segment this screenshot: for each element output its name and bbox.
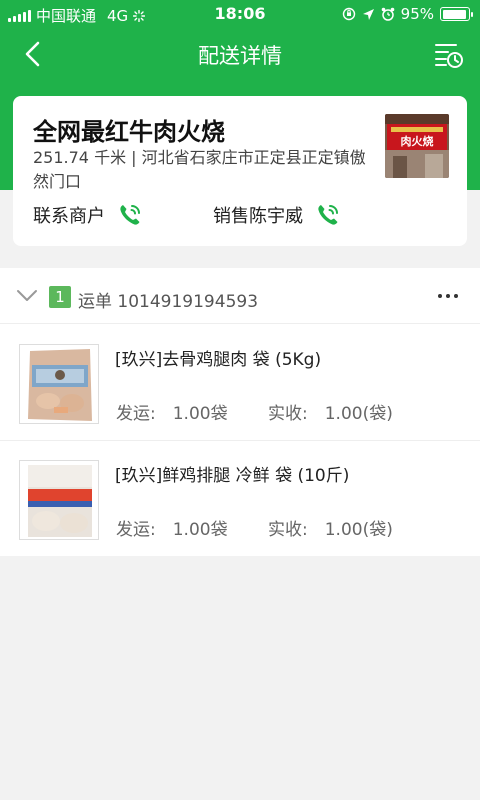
location-icon xyxy=(362,8,374,20)
shipped-quantity: 发运: 1.00袋 xyxy=(116,520,228,540)
merchant-name: 全网最红牛肉火烧 xyxy=(33,118,225,146)
product-name: [玖兴]鲜鸡排腿 冷鲜 袋 (10斤) xyxy=(115,466,350,486)
alarm-icon xyxy=(381,7,394,21)
waybill-header[interactable]: 1 运单 1014919194593 xyxy=(0,268,480,324)
waybill-index-badge: 1 xyxy=(49,286,71,308)
shipped-quantity: 发运: 1.00袋 xyxy=(116,404,228,424)
chevron-down-icon[interactable] xyxy=(16,288,38,304)
phone-icon xyxy=(120,205,140,225)
battery-label: 95% xyxy=(400,5,434,23)
page-title: 配送详情 xyxy=(198,44,282,68)
status-bar: 中国联通 4G 18:06 95% xyxy=(0,0,480,28)
contact-sales-button[interactable]: 销售陈宇威 xyxy=(213,202,341,228)
contact-sales-label: 销售陈宇威 xyxy=(213,206,303,227)
product-name: [玖兴]去骨鸡腿肉 袋 (5Kg) xyxy=(115,350,322,370)
list-item[interactable]: [玖兴]去骨鸡腿肉 袋 (5Kg) 发运: 1.00袋 实收: 1.00(袋) xyxy=(0,325,480,441)
contact-merchant-label: 联系商户 xyxy=(33,206,105,227)
waybill-panel: 1 运单 1014919194593 [玖兴]去骨鸡腿肉 袋 (5Kg) 发运:… xyxy=(0,268,480,556)
product-thumbnail xyxy=(19,460,99,540)
waybill-number: 运单 1014919194593 xyxy=(78,292,259,312)
list-item[interactable]: [玖兴]鲜鸡排腿 冷鲜 袋 (10斤) 发运: 1.00袋 实收: 1.00(袋… xyxy=(0,441,480,557)
orientation-lock-icon xyxy=(342,7,355,21)
received-quantity: 实收: 1.00(袋) xyxy=(268,520,393,540)
merchant-address: 251.74 千米 | 河北省石家庄市正定县正定镇傲然门口 xyxy=(33,148,366,191)
merchant-card: 全网最红牛肉火烧 251.74 千米 | 河北省石家庄市正定县正定镇傲然门口 肉… xyxy=(13,96,467,246)
photo-sign-text: 肉火烧 xyxy=(401,134,434,148)
battery-icon xyxy=(440,7,473,21)
product-thumbnail xyxy=(19,344,99,424)
history-list-icon[interactable] xyxy=(432,38,464,70)
more-icon[interactable] xyxy=(438,294,458,298)
nav-bar: 配送详情 xyxy=(0,28,480,80)
phone-icon xyxy=(318,205,338,225)
contact-merchant-button[interactable]: 联系商户 xyxy=(33,202,143,228)
received-quantity: 实收: 1.00(袋) xyxy=(268,404,393,424)
merchant-photo[interactable]: 肉火烧 xyxy=(385,114,449,178)
